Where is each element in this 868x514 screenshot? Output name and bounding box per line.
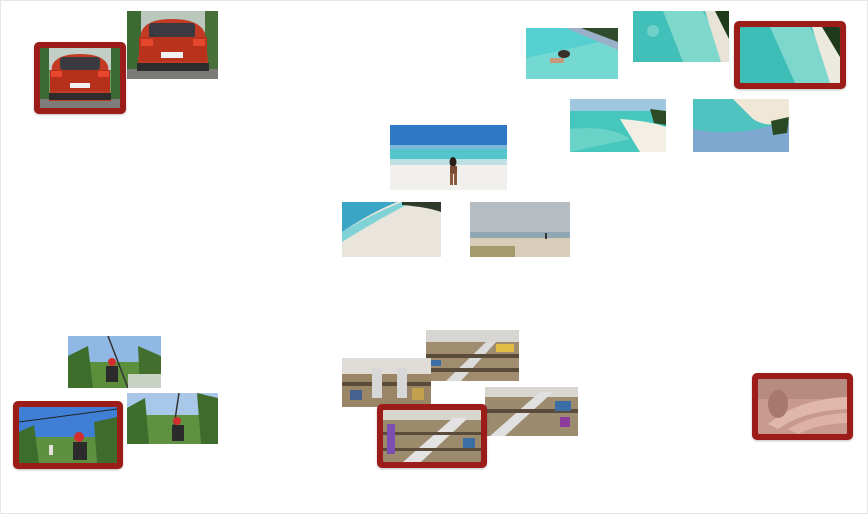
mall-interior[interactable] [485, 387, 578, 436]
photo-cluster-canvas[interactable] [0, 0, 868, 514]
mall-atrium[interactable] [426, 330, 519, 381]
beach-aerial[interactable] [633, 11, 729, 62]
hand-closeup-selected[interactable] [752, 373, 853, 440]
beach-woman-walking[interactable] [390, 125, 507, 190]
beach-sand-wide[interactable] [342, 202, 441, 257]
beach-aerial-selected[interactable] [734, 21, 846, 89]
beach-cloudy[interactable] [470, 202, 570, 257]
beach-tilted[interactable] [693, 99, 789, 152]
zipline-man-selected[interactable] [13, 401, 123, 469]
beach-swimmer[interactable] [526, 28, 618, 79]
zipline-man-2[interactable] [127, 393, 218, 444]
zipline-man[interactable] [68, 336, 161, 388]
mall-escalator-selected[interactable] [377, 404, 487, 468]
car-rear-photo-selected[interactable] [34, 42, 126, 114]
mall-escalator[interactable] [342, 358, 431, 407]
beach-shoreline[interactable] [570, 99, 666, 152]
car-rear-photo[interactable] [127, 11, 218, 79]
